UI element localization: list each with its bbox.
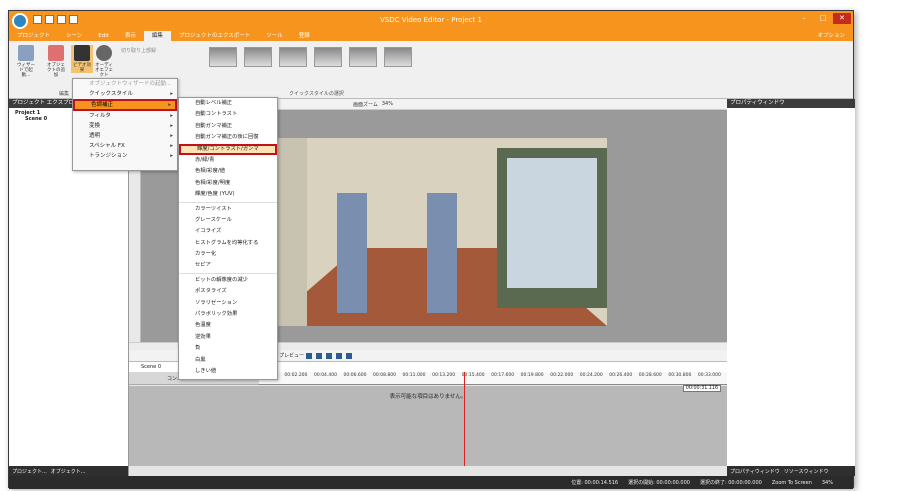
tab-object-explorer[interactable]: オブジェクト... [51,468,86,475]
menu-item[interactable]: カラー化 [179,249,277,260]
menu-item[interactable]: 色相/彩度/明度 [179,178,277,189]
cut-action[interactable]: 切り取り上部録 [121,47,156,54]
preview-label[interactable]: プレビュー [279,352,304,359]
style-thumb[interactable] [244,47,272,67]
menu-item[interactable]: 白黒 [179,355,277,366]
menu-item-brightness-contrast-gamma[interactable]: 輝度/コントラスト/ガンマ [179,143,277,155]
menu-item[interactable]: 自動ガンマ補正の後に回復 [179,132,277,143]
time-marker: 00:00:31.116 [682,385,721,392]
style-thumb[interactable] [209,47,237,67]
menu-item[interactable]: 自動ガンマ補正 [179,121,277,132]
color-correction-submenu: 自動レベル補正 自動コントラスト 自動ガンマ補正 自動ガンマ補正の後に回復 輝度… [178,97,278,380]
menu-project[interactable]: プロジェクト [9,31,58,41]
menu-tools[interactable]: ツール [258,31,291,41]
playhead[interactable] [464,372,465,466]
menu-item[interactable]: 色相/彩度/値 [179,166,277,177]
menu-item[interactable]: ソラリゼーション [179,298,277,309]
video-effects-button[interactable]: ビデオ効果 [71,45,93,73]
menu-register[interactable]: 登録 [291,31,318,41]
headphones-icon [96,45,112,61]
group-edit-label: 編集 [59,91,70,97]
properties-panel: プロパティウィンドウ プロパティウィンドウ リソースウィンドウ [727,99,855,476]
menu-item[interactable]: 自動コントラスト [179,109,277,120]
group-style-label: クイックスタイルの選択 [289,91,344,97]
menu-item[interactable]: 色温度 [179,320,277,331]
panel-title: プロパティウィンドウ [727,99,855,108]
menu-item[interactable]: 輝度/色度 (YUV) [179,189,277,200]
wizard-button[interactable]: ウィザードで起動... [15,45,37,78]
menu-item[interactable]: イコライズ [179,226,277,237]
title-bar: VSDC Video Editor - Project 1 – □ ✕ [9,11,853,31]
status-bar: 位置: 00:00:14.516 選択の開始: 00:00:00.000 選択の… [9,476,853,489]
prev-frame-icon[interactable] [316,352,323,359]
left-tabs: プロジェクト... オブジェクト... [9,466,128,476]
film-icon [74,45,90,61]
menu-item-transition[interactable]: トランジション [73,151,177,161]
status-position: 位置: 00:00:14.516 [571,480,619,486]
menu-edit[interactable]: Edit [90,31,117,41]
video-effects-menu: オブジェクトウィザードの起動... クイックスタイル 色調補正 フィルタ 変換 … [72,78,178,171]
style-thumb[interactable] [384,47,412,67]
menu-item[interactable]: 赤/緑/青 [179,155,277,166]
right-tabs: プロパティウィンドウ リソースウィンドウ [727,466,855,476]
audio-effects-button[interactable]: オーディオエフェクト [93,45,115,78]
menu-item[interactable]: ポスタライズ [179,286,277,297]
video-preview [267,138,607,326]
status-sel-end: 選択の終了: 00:00:00.000 [699,480,762,486]
minimize-button[interactable]: – [795,13,813,24]
zoom-label: 画面ズーム [353,101,378,108]
menu-item[interactable]: セピア [179,260,277,271]
timeline-ruler[interactable]: 0.00000:02.20000:04.40000:06.60000:08.80… [259,372,727,385]
add-object-icon [48,45,64,61]
menu-item[interactable]: 自動レベル補正 [179,98,277,109]
zoom-value[interactable]: 34% [382,101,393,107]
close-button[interactable]: ✕ [833,13,851,24]
menu-item-wizard[interactable]: オブジェクトウィザードの起動... [73,79,177,89]
menu-item[interactable]: ヒストグラムを均等化する [179,238,277,249]
menu-item-quickstyle[interactable]: クイックスタイル [73,89,177,99]
play-icon[interactable] [326,352,333,359]
maximize-button[interactable]: □ [814,13,832,24]
menu-view[interactable]: 表示 [117,31,144,41]
tab-resources[interactable]: リソースウィンドウ [784,468,829,475]
next-frame-icon[interactable] [336,352,343,359]
style-thumb[interactable] [314,47,342,67]
style-thumb[interactable] [279,47,307,67]
menu-item-color-correction[interactable]: 色調補正 [73,99,177,111]
status-zoom-pct: 34% [821,479,833,486]
timeline-empty-text: 表示可能な項目はありません。 [389,394,467,400]
tab-project-explorer[interactable]: プロジェクト... [12,468,47,475]
add-object-button[interactable]: オブジェクトの追加 [45,45,67,78]
menu-item[interactable]: カラーツイスト [179,204,277,215]
first-frame-icon[interactable] [306,352,313,359]
menu-item[interactable]: パラボリック効果 [179,309,277,320]
menu-export[interactable]: プロジェクトのエクスポート [171,31,258,41]
menu-item[interactable]: 逆効果 [179,332,277,343]
menu-item-transparency[interactable]: 透明 [73,131,177,141]
last-frame-icon[interactable] [346,352,353,359]
wizard-icon [18,45,34,61]
menu-item[interactable]: しきい値 [179,366,277,377]
menu-scene[interactable]: シーン [58,31,90,41]
timeline-body[interactable]: 表示可能な項目はありません。 [129,386,727,466]
menu-separator [179,272,277,274]
options-link[interactable]: オプション [809,31,853,41]
menu-item[interactable]: 負 [179,343,277,354]
status-sel-start: 選択の開始: 00:00:00.000 [628,480,690,486]
tab-properties[interactable]: プロパティウィンドウ [730,468,780,475]
menu-item[interactable]: ビットの解像度の減少 [179,275,277,286]
window-title: VSDC Video Editor - Project 1 [380,16,482,24]
menu-item-filter[interactable]: フィルタ [73,111,177,121]
menu-separator [179,201,277,203]
status-zoom-mode[interactable]: Zoom To Screen [772,480,812,486]
menu-item-special-fx[interactable]: スペシャル FX [73,141,177,151]
menu-item[interactable]: グレースケール [179,215,277,226]
menu-item-transform[interactable]: 変換 [73,121,177,131]
style-thumb[interactable] [349,47,377,67]
corridor-image [267,138,607,326]
menu-editing[interactable]: 編集 [143,31,171,41]
main-menu: プロジェクト シーン Edit 表示 編集 プロジェクトのエクスポート ツール … [9,31,853,41]
